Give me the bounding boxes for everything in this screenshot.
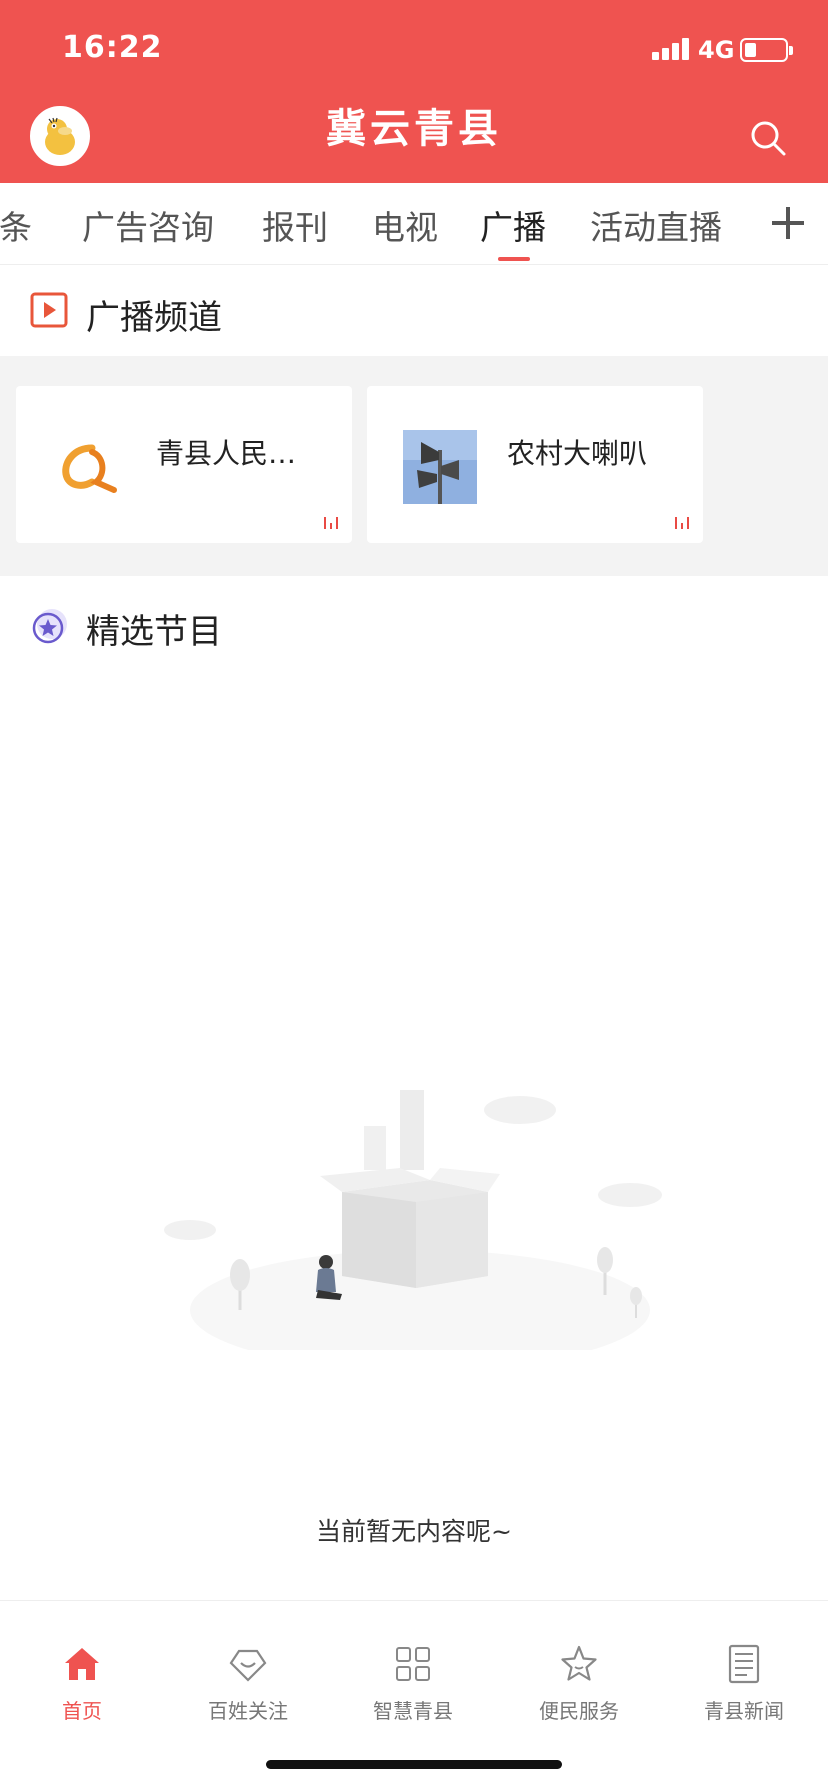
grid-icon	[396, 1647, 430, 1681]
heart-diamond-icon	[229, 1649, 267, 1682]
tab-live-events[interactable]: 活动直播	[590, 201, 722, 249]
nav-home[interactable]: 首页	[12, 1643, 152, 1724]
tab-radio[interactable]: 广播	[480, 201, 546, 249]
star-icon	[561, 1645, 597, 1681]
nav-local-news[interactable]: 青县新闻	[674, 1643, 814, 1724]
category-tabs: 头条 广告咨询 报刊 电视 广播 活动直播	[0, 183, 828, 265]
nav-label: 青县新闻	[704, 1699, 784, 1723]
nav-label: 百姓关注	[208, 1699, 288, 1723]
channel-name: 农村大喇叭	[507, 437, 648, 470]
featured-section-title: 精选节目	[86, 612, 222, 652]
tab-newspaper[interactable]: 报刊	[262, 201, 328, 249]
search-icon	[751, 121, 786, 156]
tab-headlines[interactable]: 头条	[0, 201, 32, 249]
nav-services[interactable]: 便民服务	[509, 1643, 649, 1724]
nav-label: 首页	[62, 1699, 102, 1723]
qingxian-logo-icon	[62, 444, 117, 493]
nav-public-concerns[interactable]: 百姓关注	[178, 1643, 318, 1724]
empty-box-illustration	[164, 1090, 662, 1350]
search-button[interactable]	[748, 118, 788, 158]
channel-card[interactable]: 青县人民…	[16, 386, 352, 543]
channels-section-title: 广播频道	[86, 298, 222, 338]
channel-name: 青县人民…	[156, 437, 297, 470]
loudspeaker-photo-icon	[403, 430, 477, 504]
channel-list: 青县人民… 农村大喇叭	[0, 356, 828, 576]
featured-section-header: 精选节目	[0, 580, 828, 668]
audio-wave-icon	[322, 515, 340, 529]
nav-label: 智慧青县	[373, 1699, 453, 1723]
status-bar: 16:22 4G	[0, 0, 828, 90]
add-tab-icon[interactable]	[770, 205, 806, 241]
empty-state-message: 当前暂无内容呢~	[316, 1517, 512, 1546]
star-badge-icon	[32, 609, 67, 644]
news-icon	[728, 1644, 760, 1684]
channel-card[interactable]: 农村大喇叭	[367, 386, 703, 543]
signal-icon	[652, 38, 692, 60]
tab-tv[interactable]: 电视	[372, 201, 438, 249]
home-icon	[65, 1648, 99, 1680]
play-icon	[30, 292, 68, 328]
nav-label: 便民服务	[539, 1699, 619, 1723]
nav-smart-city[interactable]: 智慧青县	[343, 1643, 483, 1724]
active-tab-indicator	[498, 257, 530, 261]
network-label: 4G	[698, 36, 735, 64]
status-time: 16:22	[62, 30, 163, 65]
channels-section-header: 广播频道	[0, 266, 828, 354]
home-indicator[interactable]	[266, 1760, 562, 1769]
tab-ad-consult[interactable]: 广告咨询	[82, 201, 214, 249]
app-title: 冀云青县	[326, 106, 502, 152]
audio-wave-icon	[673, 515, 691, 529]
app-header: 16:22 4G 冀云青县	[0, 0, 828, 183]
battery-icon	[740, 38, 793, 62]
